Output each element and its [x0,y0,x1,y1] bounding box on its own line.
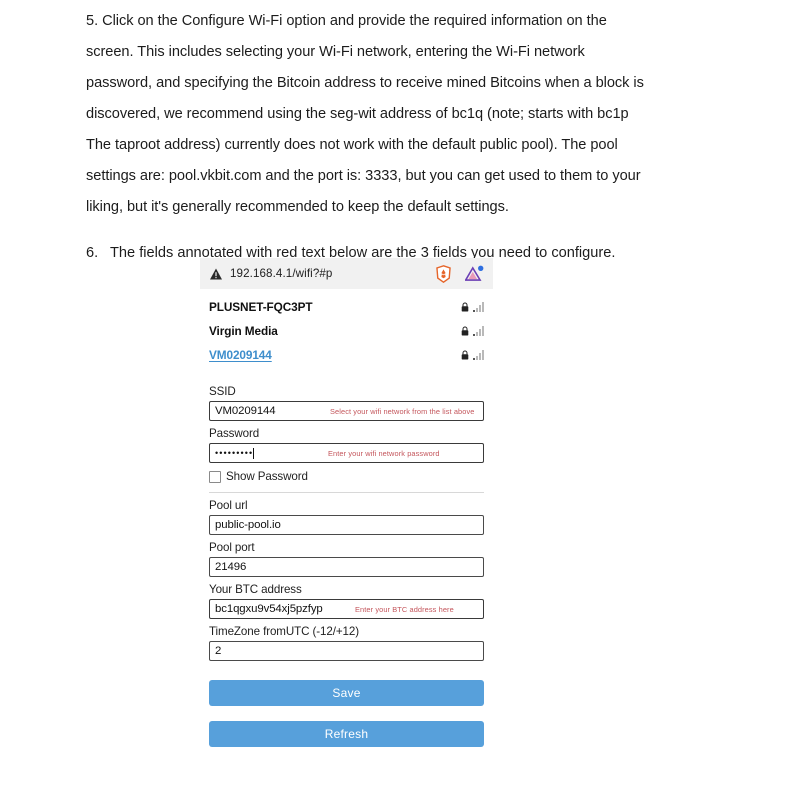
signal-bars-icon [473,350,484,360]
instruction-item-5-number: 5. [86,13,99,29]
signal-bars-icon [473,302,484,312]
wifi-signal-group [461,302,484,312]
wifi-network-item-selected[interactable]: VM0209144 [209,343,484,367]
wifi-signal-group [461,350,484,360]
pool-url-input[interactable]: public-pool.io [209,515,484,535]
form-actions: Save Refresh [200,680,493,747]
browser-url-bar[interactable]: 192.168.4.1/wifi?#p [200,258,493,289]
ssid-input-value: VM0209144 [215,405,276,417]
url-text: 192.168.4.1/wifi?#p [230,267,333,280]
btc-address-annotation: Enter your BTC address here [355,604,454,614]
save-button[interactable]: Save [209,680,484,706]
wifi-network-item[interactable]: PLUSNET-FQC3PT [209,295,484,319]
brave-shield-icon[interactable] [435,264,452,283]
btc-address-input-value: bc1qgxu9v54xj5pzfyp [215,603,323,615]
show-password-label: Show Password [226,470,308,483]
pool-port-label: Pool port [209,541,255,554]
ssid-label: SSID [209,385,236,398]
pool-port-input-value: 21496 [215,561,247,573]
lock-icon [461,326,469,336]
wifi-network-name[interactable]: Virgin Media [209,324,461,338]
wifi-network-item[interactable]: Virgin Media [209,319,484,343]
password-input[interactable]: ••••••••• Enter your wifi network passwo… [209,443,484,463]
lock-icon [461,302,469,312]
ssid-annotation: Select your wifi network from the list a… [330,406,475,416]
wifi-network-name[interactable]: VM0209144 [209,348,461,362]
wifi-network-name[interactable]: PLUSNET-FQC3PT [209,300,461,314]
embedded-browser-screenshot: 192.168.4.1/wifi?#p PLUSNET-FQC3PT Virgi… [200,258,493,747]
password-label: Password [209,427,260,440]
warning-triangle-icon [210,268,222,279]
pool-url-input-value: public-pool.io [215,519,281,531]
btc-address-label: Your BTC address [209,583,302,596]
instruction-item-5: 5. Click on the Configure Wi-Fi option a… [86,6,646,223]
triangle-extension-icon[interactable] [465,265,484,283]
wifi-network-list: PLUSNET-FQC3PT Virgin Media VM0209144 [200,289,493,371]
timezone-input-value: 2 [215,645,222,657]
ssid-input[interactable]: VM0209144 Select your wifi network from … [209,401,484,421]
wifi-signal-group [461,326,484,336]
instruction-item-6-number: 6. [86,244,99,261]
password-input-value: ••••••••• [215,448,254,458]
show-password-row[interactable]: Show Password [209,470,484,483]
refresh-button[interactable]: Refresh [209,721,484,747]
show-password-checkbox[interactable] [209,470,221,483]
document-body: 5. Click on the Configure Wi-Fi option a… [86,0,646,269]
pool-port-input[interactable]: 21496 [209,557,484,577]
signal-bars-icon [473,326,484,336]
timezone-label: TimeZone fromUTC (-12/+12) [209,625,359,638]
password-annotation: Enter your wifi network password [328,448,440,458]
section-divider [209,492,484,493]
lock-icon [461,350,469,360]
text-cursor [253,447,255,459]
wifi-config-form: SSID VM0209144 Select your wifi network … [200,371,493,661]
timezone-input[interactable]: 2 [209,641,484,661]
btc-address-input[interactable]: bc1qgxu9v54xj5pzfyp Enter your BTC addre… [209,599,484,619]
pool-url-label: Pool url [209,499,248,512]
instruction-item-5-text: Click on the Configure Wi-Fi option and … [86,13,644,215]
